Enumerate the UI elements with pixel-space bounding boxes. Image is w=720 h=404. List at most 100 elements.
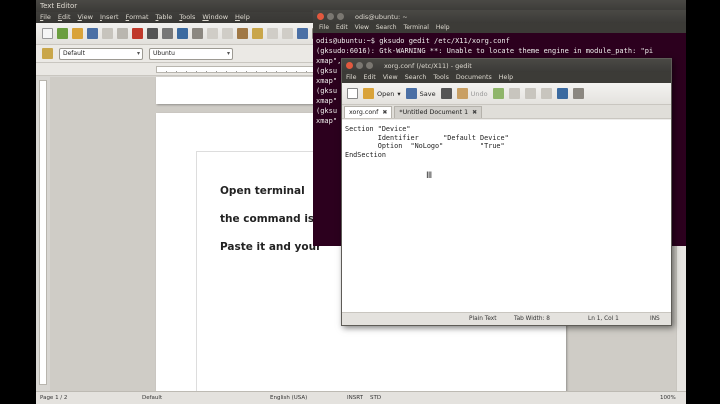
close-icon[interactable] <box>346 62 353 69</box>
copy-icon[interactable] <box>524 88 536 99</box>
vertical-ruler <box>39 80 47 385</box>
writer-menu-edit[interactable]: Edit <box>58 12 71 23</box>
status-page: Page 1 / 2 <box>40 395 68 401</box>
writer-menu-file[interactable]: File <box>40 12 51 23</box>
text-cursor-icon: Ⅲ <box>426 171 433 181</box>
document-line-1[interactable]: Open terminal <box>220 185 305 197</box>
hyperlink-icon[interactable] <box>297 28 308 39</box>
terminal-line: (gksudo:6016): Gtk-WARNING **: Unable to… <box>316 47 654 55</box>
tab-width-selector[interactable]: Tab Width: 8 <box>514 313 550 325</box>
save-button-label: Save <box>419 89 436 98</box>
terminal-title: odis@ubuntu: ~ <box>355 12 408 21</box>
undo-icon <box>456 88 468 99</box>
writer-menu-help[interactable]: Help <box>235 12 250 23</box>
new-document-icon[interactable] <box>42 28 53 39</box>
cut-icon[interactable] <box>508 88 520 99</box>
gedit-menu-search[interactable]: Search <box>405 72 427 83</box>
undo-icon[interactable] <box>267 28 278 39</box>
paste-icon[interactable] <box>237 28 248 39</box>
gedit-menu-file[interactable]: File <box>346 72 357 83</box>
spellcheck-icon[interactable] <box>177 28 188 39</box>
new-document-icon[interactable] <box>347 88 358 99</box>
writer-menu-format[interactable]: Format <box>126 12 149 23</box>
redo-icon[interactable] <box>282 28 293 39</box>
gedit-tabbar: xorg.conf ✖ *Untitled Document 1 ✖ <box>342 105 671 119</box>
gedit-menu-tools[interactable]: Tools <box>433 72 449 83</box>
gedit-statusbar: Plain Text Tab Width: 8 Ln 1, Col 1 INS <box>342 312 671 325</box>
minimize-icon[interactable] <box>327 13 334 20</box>
status-insert-mode[interactable]: INSRT <box>347 392 363 404</box>
email-icon[interactable] <box>102 28 113 39</box>
save-button[interactable]: Save <box>405 88 436 99</box>
insert-mode: INS <box>650 316 660 322</box>
autospell-icon[interactable] <box>192 28 203 39</box>
font-name-value: Ubuntu <box>153 49 175 57</box>
gedit-toolbar: Open ▾ Save Undo <box>342 83 671 105</box>
gedit-text-editor[interactable]: Section "Device" Identifier "Default Dev… <box>342 120 671 314</box>
gedit-window: xorg.conf (/etc/X11) - gedit File Edit V… <box>341 58 672 326</box>
terminal-menu-help[interactable]: Help <box>436 23 450 33</box>
save-icon <box>405 88 417 99</box>
open-button[interactable]: Open ▾ <box>363 88 401 99</box>
redo-icon[interactable] <box>492 88 504 99</box>
save-icon[interactable] <box>87 28 98 39</box>
open-folder-icon[interactable] <box>72 28 83 39</box>
writer-menu-table[interactable]: Table <box>156 12 173 23</box>
terminal-menubar: File Edit View Search Terminal Help <box>313 23 686 33</box>
gedit-menu-view[interactable]: View <box>383 72 398 83</box>
print-icon[interactable] <box>147 28 158 39</box>
gedit-menu-documents[interactable]: Documents <box>456 72 492 83</box>
close-tab-icon[interactable]: ✖ <box>382 107 387 119</box>
terminal-menu-edit[interactable]: Edit <box>336 23 348 33</box>
status-language: English (USA) <box>270 395 308 401</box>
tab-xorg-conf[interactable]: xorg.conf ✖ <box>344 106 393 119</box>
paste-icon[interactable] <box>540 88 552 99</box>
paragraph-style-select[interactable]: Default <box>59 47 143 60</box>
undo-button-label: Undo <box>470 89 488 98</box>
status-zoom[interactable]: 100% <box>660 392 676 404</box>
status-selection-mode[interactable]: STD <box>370 392 381 404</box>
maximize-icon[interactable] <box>337 13 344 20</box>
open-button-label: Open <box>377 89 395 98</box>
print-preview-icon[interactable] <box>162 28 173 39</box>
terminal-menu-view[interactable]: View <box>355 23 369 33</box>
print-icon[interactable] <box>440 88 452 99</box>
copy-icon[interactable] <box>222 28 233 39</box>
close-tab-icon[interactable]: ✖ <box>472 107 477 119</box>
writer-menu-tools[interactable]: Tools <box>179 12 195 23</box>
gedit-menu-edit[interactable]: Edit <box>364 72 376 83</box>
find-icon[interactable] <box>556 88 568 99</box>
undo-button[interactable]: Undo <box>456 88 488 99</box>
terminal-line: odis@ubuntu:~$ gksudo gedit /etc/X11/xor… <box>316 37 510 45</box>
gedit-menu-help[interactable]: Help <box>499 72 513 83</box>
clone-formatting-icon[interactable] <box>252 28 263 39</box>
terminal-titlebar: odis@ubuntu: ~ <box>313 10 686 23</box>
terminal-menu-terminal[interactable]: Terminal <box>404 23 429 33</box>
templates-icon[interactable] <box>57 28 68 39</box>
minimize-icon[interactable] <box>356 62 363 69</box>
writer-menu-window[interactable]: Window <box>202 12 228 23</box>
edit-file-icon[interactable] <box>117 28 128 39</box>
terminal-menu-search[interactable]: Search <box>376 23 397 33</box>
export-pdf-icon[interactable] <box>132 28 143 39</box>
styles-icon[interactable] <box>42 48 53 59</box>
writer-statusbar: Page 1 / 2 Default English (USA) INSRT S… <box>36 391 686 404</box>
writer-menu-insert[interactable]: Insert <box>100 12 119 23</box>
maximize-icon[interactable] <box>366 62 373 69</box>
tab-untitled-document[interactable]: *Untitled Document 1 ✖ <box>394 106 483 119</box>
gedit-title: xorg.conf (/etc/X11) - gedit <box>384 61 472 70</box>
cut-icon[interactable] <box>207 28 218 39</box>
tab-label: xorg.conf <box>349 108 379 116</box>
font-name-select[interactable]: Ubuntu <box>149 47 233 60</box>
replace-icon[interactable] <box>572 88 584 99</box>
letterbox-right <box>686 0 720 404</box>
document-line-3[interactable]: Paste it and your <box>220 241 321 253</box>
language-selector[interactable]: Plain Text <box>469 313 497 325</box>
status-style: Default <box>142 395 163 401</box>
chevron-down-icon[interactable]: ▾ <box>397 90 400 98</box>
close-icon[interactable] <box>317 13 324 20</box>
terminal-menu-file[interactable]: File <box>319 23 329 33</box>
editor-content[interactable]: Section "Device" Identifier "Default Dev… <box>345 125 509 159</box>
writer-menu-view[interactable]: View <box>78 12 93 23</box>
gedit-menubar: File Edit View Search Tools Documents He… <box>342 72 671 83</box>
